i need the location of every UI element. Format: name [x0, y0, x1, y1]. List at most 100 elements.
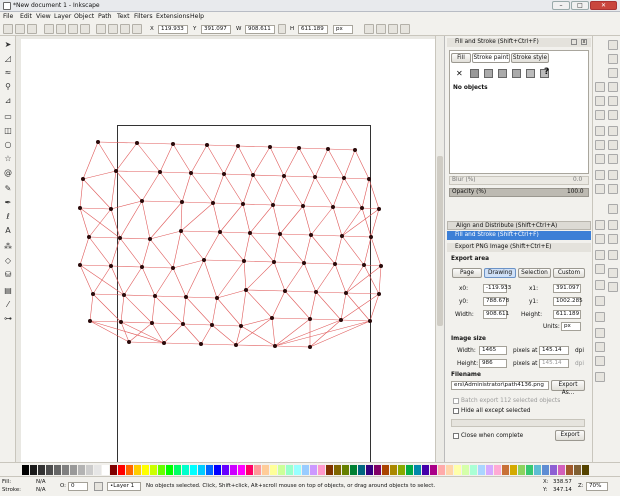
palette-swatch[interactable]: [30, 465, 37, 475]
snap-grid-icon[interactable]: [608, 220, 618, 230]
palette-swatch[interactable]: [246, 465, 253, 475]
image-height-input[interactable]: 986: [479, 359, 507, 368]
palette-swatch[interactable]: [238, 465, 245, 475]
palette-swatch[interactable]: [462, 465, 469, 475]
palette-swatch[interactable]: [46, 465, 53, 475]
palette-swatch[interactable]: [478, 465, 485, 475]
snap-others-icon[interactable]: [608, 250, 618, 260]
palette-swatch[interactable]: [78, 465, 85, 475]
zoom-out-icon[interactable]: [595, 234, 605, 244]
snap-smooth-icon[interactable]: [608, 184, 618, 194]
close-when-complete-checkbox[interactable]: [453, 433, 459, 439]
snap-bbox-edge-icon[interactable]: [608, 68, 618, 78]
export-area-selection-button[interactable]: Selection: [518, 268, 551, 278]
linear-gradient-icon[interactable]: [484, 69, 493, 78]
scrollbar-thumb[interactable]: [437, 156, 443, 326]
palette-swatch[interactable]: [390, 465, 397, 475]
hide-all-checkbox[interactable]: [453, 408, 459, 414]
palette-swatch[interactable]: [406, 465, 413, 475]
palette-swatch[interactable]: [86, 465, 93, 475]
snap-midpoint-icon[interactable]: [608, 96, 618, 106]
palette-swatch[interactable]: [166, 465, 173, 475]
print-icon[interactable]: [595, 126, 605, 136]
redo-icon[interactable]: [595, 184, 605, 194]
xml-editor-icon[interactable]: [595, 342, 605, 352]
palette-swatch[interactable]: [110, 465, 117, 475]
palette-swatch[interactable]: [214, 465, 221, 475]
align-dialog-icon[interactable]: [595, 356, 605, 366]
y1-input[interactable]: 1002.285: [553, 297, 583, 306]
snap-page-icon[interactable]: [608, 204, 618, 214]
fill-value[interactable]: N/A: [36, 479, 46, 486]
flat-color-icon[interactable]: [470, 69, 479, 78]
mesh-gradient-icon[interactable]: [512, 69, 521, 78]
zoom-fit-icon[interactable]: [595, 250, 605, 260]
ungroup-icon[interactable]: [595, 296, 605, 306]
fill-stroke-docked-header[interactable]: Fill and Stroke (Shift+Ctrl+F): [447, 231, 591, 240]
palette-swatch[interactable]: [326, 465, 333, 475]
radial-gradient-icon[interactable]: [498, 69, 507, 78]
area-width-input[interactable]: 908.611: [483, 310, 509, 319]
palette-swatch[interactable]: [302, 465, 309, 475]
opacity-status-input[interactable]: 0: [68, 482, 88, 491]
palette-swatch[interactable]: [510, 465, 517, 475]
filename-input[interactable]: ers\Administrator\path4136.png: [451, 381, 549, 390]
export-button[interactable]: Export: [555, 430, 585, 441]
units-select[interactable]: px: [561, 322, 581, 331]
snap-intersection-icon[interactable]: [608, 154, 618, 164]
no-paint-icon[interactable]: ✕: [456, 69, 463, 78]
tab-fill[interactable]: Fill: [451, 53, 471, 63]
palette-swatch[interactable]: [70, 465, 77, 475]
palette-swatch[interactable]: [158, 465, 165, 475]
palette-swatch[interactable]: [446, 465, 453, 475]
snap-nodes-icon[interactable]: [608, 126, 618, 136]
snap-toggle-icon[interactable]: [608, 40, 618, 50]
unset-paint-icon[interactable]: ?: [544, 67, 549, 77]
fill-stroke-header[interactable]: Fill and Stroke (Shift+Ctrl+F): [447, 38, 591, 47]
palette-swatch[interactable]: [526, 465, 533, 475]
palette-swatch[interactable]: [454, 465, 461, 475]
palette-swatch[interactable]: [190, 465, 197, 475]
palette-swatch[interactable]: [198, 465, 205, 475]
palette-swatch[interactable]: [414, 465, 421, 475]
palette-swatch[interactable]: [38, 465, 45, 475]
palette-swatch[interactable]: [318, 465, 325, 475]
export-as-button[interactable]: Export As...: [551, 380, 585, 396]
export-icon[interactable]: [595, 154, 605, 164]
x1-input[interactable]: 391.097: [553, 284, 581, 293]
palette-swatch[interactable]: [174, 465, 181, 475]
layer-select[interactable]: •Layer 1: [107, 482, 141, 491]
palette-swatch[interactable]: [574, 465, 581, 475]
vertical-scrollbar[interactable]: [435, 36, 444, 462]
preferences-icon[interactable]: [595, 372, 605, 382]
export-png-header[interactable]: Export PNG Image (Shift+Ctrl+E): [447, 243, 591, 252]
dock-iconify-icon[interactable]: [571, 39, 577, 45]
export-area-drawing-button[interactable]: Drawing: [484, 268, 516, 278]
palette-swatch[interactable]: [118, 465, 125, 475]
palette-swatch[interactable]: [334, 465, 341, 475]
palette-swatch[interactable]: [142, 465, 149, 475]
palette-swatch[interactable]: [558, 465, 565, 475]
palette-swatch[interactable]: [150, 465, 157, 475]
palette-swatch[interactable]: [62, 465, 69, 475]
snap-text-baseline-icon[interactable]: [608, 268, 618, 278]
snap-center-icon[interactable]: [608, 110, 618, 120]
align-distribute-header[interactable]: Align and Distribute (Shift+Ctrl+A): [447, 221, 591, 230]
palette-swatch[interactable]: [278, 465, 285, 475]
palette-swatch[interactable]: [582, 465, 589, 475]
palette-swatch[interactable]: [374, 465, 381, 475]
palette-swatch[interactable]: [550, 465, 557, 475]
duplicate-icon[interactable]: [595, 264, 605, 274]
palette-swatch[interactable]: [342, 465, 349, 475]
palette-swatch[interactable]: [542, 465, 549, 475]
palette-swatch[interactable]: [222, 465, 229, 475]
palette-swatch[interactable]: [382, 465, 389, 475]
snap-bbox-icon[interactable]: [608, 54, 618, 64]
open-document-icon[interactable]: [595, 96, 605, 106]
image-width-input[interactable]: 1465: [479, 346, 507, 355]
area-height-input[interactable]: 611.189: [553, 310, 581, 319]
palette-swatch[interactable]: [534, 465, 541, 475]
palette-swatch[interactable]: [566, 465, 573, 475]
palette-swatch[interactable]: [486, 465, 493, 475]
snap-rotation-center-icon[interactable]: [608, 282, 618, 292]
